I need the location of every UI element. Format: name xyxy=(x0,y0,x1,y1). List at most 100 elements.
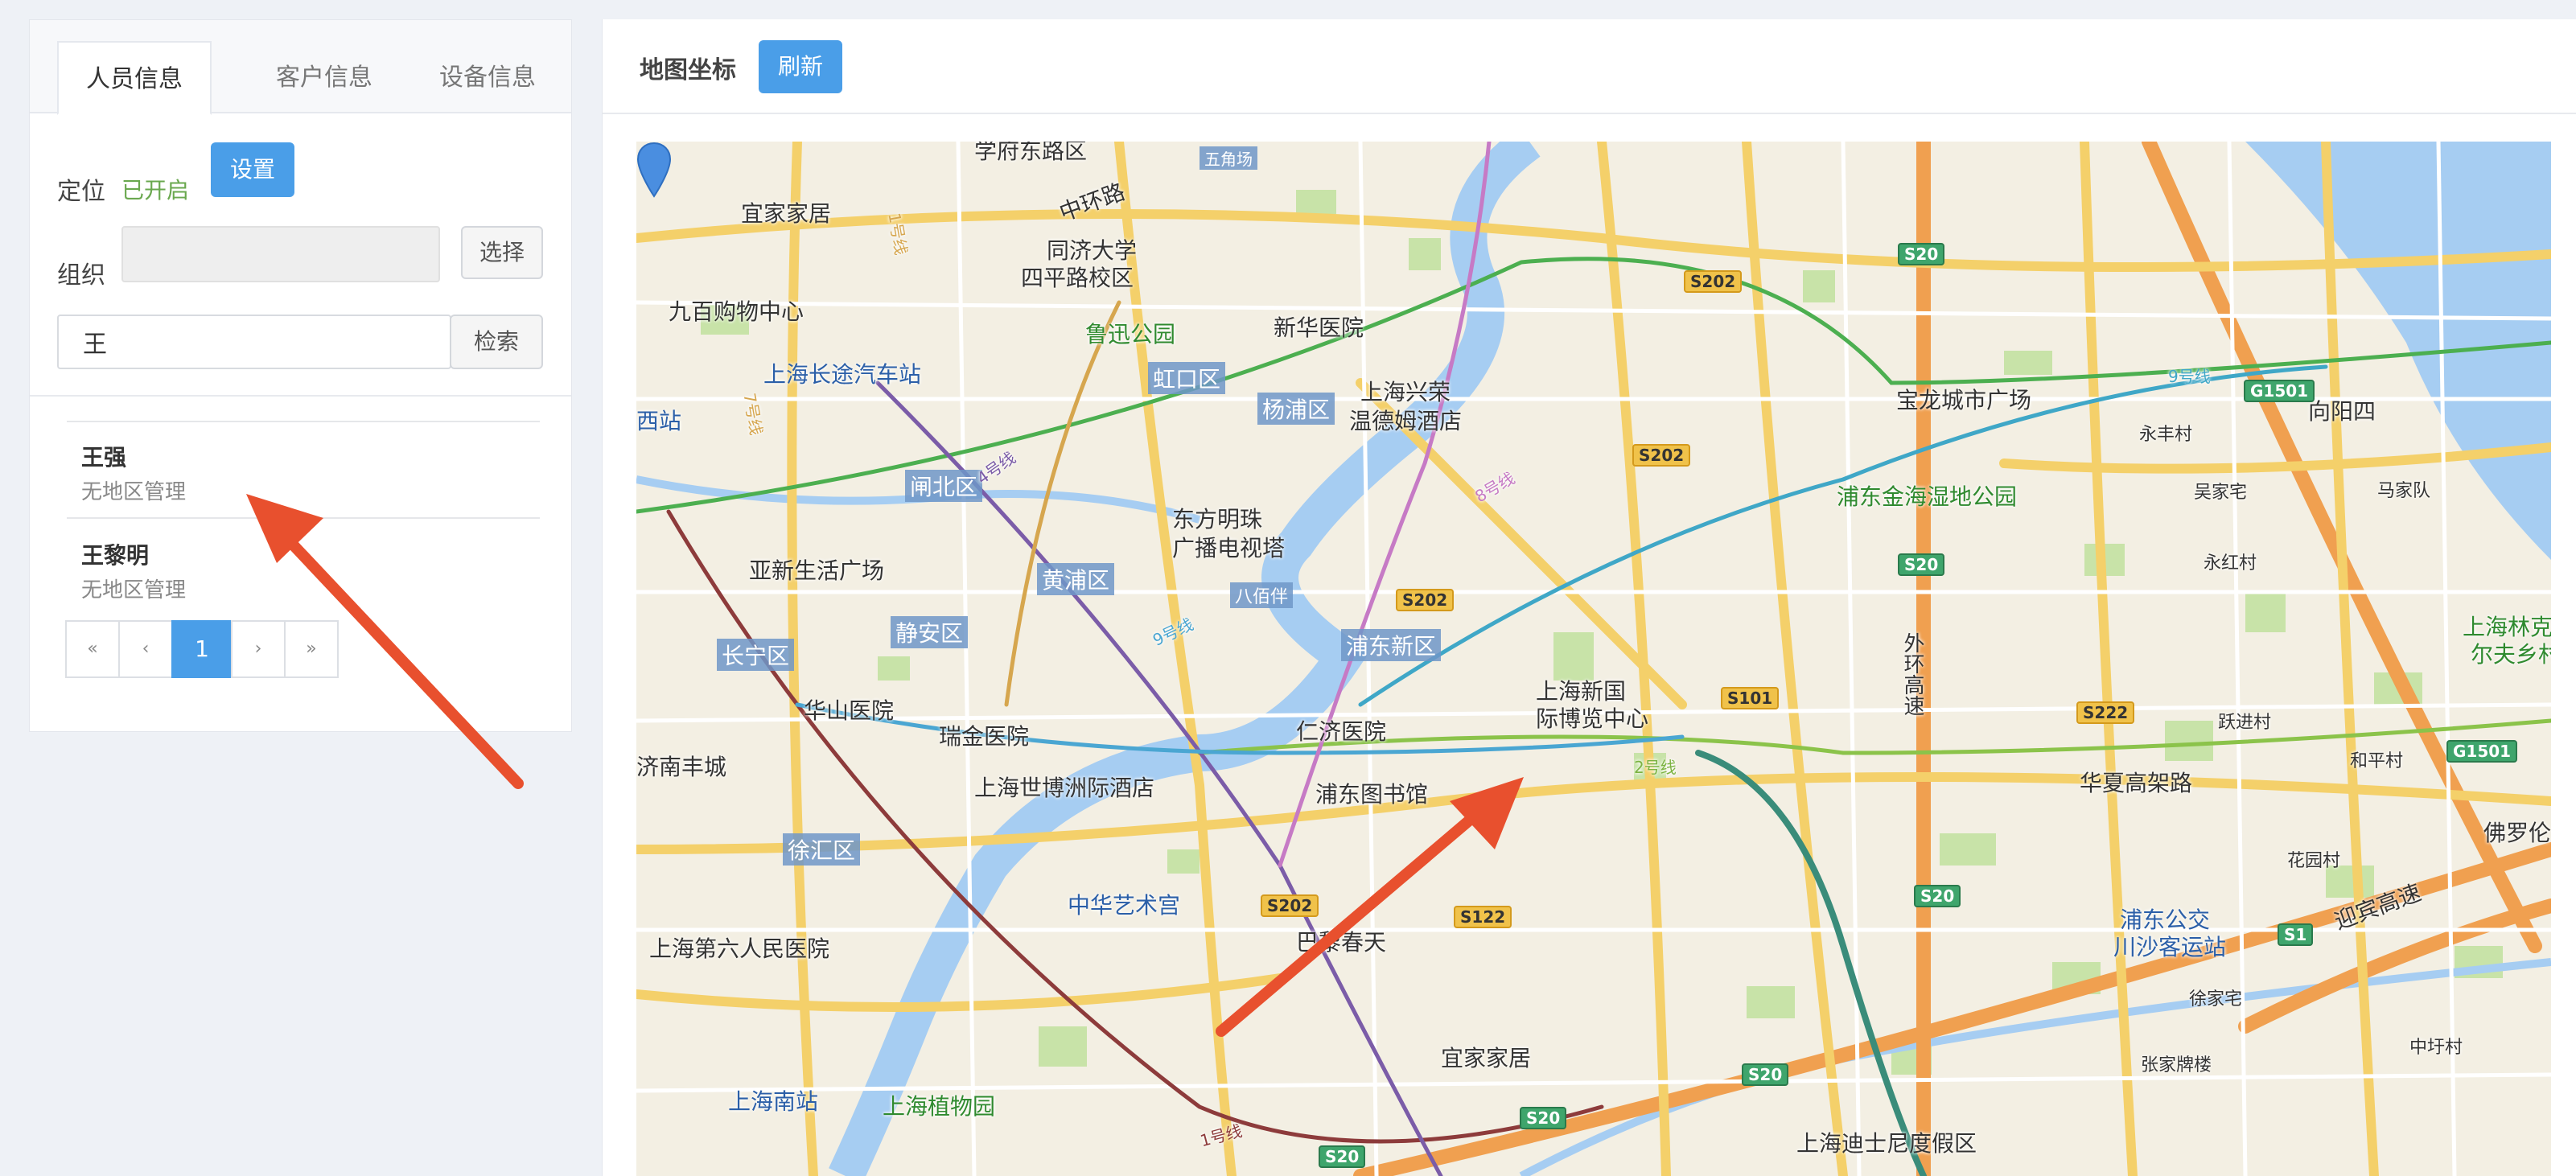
map-label: 东方明珠 xyxy=(1172,506,1263,532)
map-label: 济南丰城 xyxy=(636,754,727,780)
map-label: 华山医院 xyxy=(804,697,895,724)
highway-shield: S20 xyxy=(1914,885,1961,907)
map-label: 华夏高架路 xyxy=(2080,770,2193,796)
select-button[interactable]: 选择 xyxy=(461,226,543,279)
map-label: 上海第六人民医院 xyxy=(649,935,830,962)
highway-shield: S20 xyxy=(1898,553,1945,576)
highway-shield: G1501 xyxy=(2446,740,2518,763)
metro-line-label: 2号线 xyxy=(1634,758,1677,777)
map-label: 九百购物中心 xyxy=(669,298,804,325)
map-label: 永红村 xyxy=(2204,553,2257,574)
page-prev-button[interactable]: ‹ xyxy=(118,620,173,678)
highway-shield: S202 xyxy=(1632,444,1691,467)
highway-shield: G1501 xyxy=(2244,380,2315,402)
map-base-layer xyxy=(636,142,2551,1176)
district-label: 静安区 xyxy=(891,616,969,648)
map-label: 宝龙城市广场 xyxy=(1896,387,2032,413)
district-label: 徐汇区 xyxy=(783,833,861,866)
map-label: 宜家家居 xyxy=(741,200,832,227)
tab-personnel[interactable]: 人员信息 xyxy=(57,41,212,115)
map-label: 跃进村 xyxy=(2218,713,2272,733)
map-label: 和平村 xyxy=(2350,751,2404,771)
person-region: 无地区管理 xyxy=(81,480,187,504)
search-button[interactable]: 检索 xyxy=(450,315,543,369)
map-label: 上海迪士尼度假区 xyxy=(1796,1130,1977,1157)
map-label: 佛罗伦 xyxy=(2483,820,2551,846)
list-separator xyxy=(67,517,540,519)
map-view[interactable]: 宜家家居 九百购物中心 同济大学 四平路校区 鲁迅公园 新华医院 上海长途汽车站… xyxy=(636,142,2551,1176)
tab-bar: 人员信息 客户信息 设备信息 xyxy=(30,20,571,115)
map-label: 温德姆酒店 xyxy=(1349,408,1463,434)
map-label: 张家牌楼 xyxy=(2141,1055,2212,1075)
highway-shield: S122 xyxy=(1454,906,1512,928)
map-label: 中圩村 xyxy=(2409,1038,2463,1058)
map-label: 新华医院 xyxy=(1274,315,1364,341)
settings-button[interactable]: 设置 xyxy=(211,142,294,197)
person-name: 王强 xyxy=(81,444,127,471)
location-label: 定位 xyxy=(57,178,105,206)
map-label: 川沙客运站 xyxy=(2113,934,2227,960)
map-label: 上海南站 xyxy=(728,1088,819,1115)
map-title: 地图坐标 xyxy=(640,56,736,84)
highway-shield: S20 xyxy=(1898,243,1945,265)
map-panel: 地图坐标 刷新 宜家家居 九百购物中心 同济大学 四平路校区 鲁迅公园 新华医院… xyxy=(602,19,2576,1176)
map-label: 中华艺术宫 xyxy=(1068,892,1181,919)
map-label: 四平路校区 xyxy=(1021,265,1134,291)
metro-line-label: 9号线 xyxy=(2168,367,2211,386)
district-label: 浦东新区 xyxy=(1341,629,1442,661)
org-label: 组织 xyxy=(57,261,105,290)
highway-shield: S202 xyxy=(1396,589,1455,611)
highway-shield: S202 xyxy=(1261,894,1319,917)
map-label: 巴黎春天 xyxy=(1296,929,1387,956)
map-label: 西站 xyxy=(636,408,682,434)
highway-shield: S20 xyxy=(1742,1063,1789,1086)
map-label: 尔夫乡村 xyxy=(2471,641,2551,668)
search-input[interactable] xyxy=(57,315,451,369)
map-label: 浦东金海湿地公园 xyxy=(1837,483,2018,510)
highway-shield: S1 xyxy=(2278,923,2314,946)
pagination: « ‹ 1 › » xyxy=(65,620,339,678)
map-label: 上海兴荣 xyxy=(1360,379,1451,405)
highway-shield: S222 xyxy=(2076,701,2135,724)
map-label: 永丰村 xyxy=(2139,425,2193,445)
highway-shield: S101 xyxy=(1721,687,1780,709)
divider xyxy=(30,395,571,397)
map-label: 浦东图书馆 xyxy=(1315,781,1429,808)
map-label: 瑞金医院 xyxy=(939,723,1030,750)
refresh-button[interactable]: 刷新 xyxy=(759,40,842,93)
tab-devices[interactable]: 设备信息 xyxy=(411,41,564,115)
district-label: 虹口区 xyxy=(1148,362,1226,394)
person-region: 无地区管理 xyxy=(81,578,187,602)
map-label: 广播电视塔 xyxy=(1172,535,1286,561)
map-label: 上海世博洲际酒店 xyxy=(974,775,1155,801)
page-last-button[interactable]: » xyxy=(284,620,339,678)
map-label: 宜家家居 xyxy=(1441,1045,1532,1071)
district-label: 闸北区 xyxy=(905,470,983,502)
location-marker-icon[interactable] xyxy=(636,142,672,198)
divider xyxy=(603,113,2576,114)
person-name: 王黎明 xyxy=(81,542,150,569)
highway-shield: S20 xyxy=(1520,1107,1567,1129)
district-label: 杨浦区 xyxy=(1257,393,1335,425)
tab-customers[interactable]: 客户信息 xyxy=(239,41,409,115)
map-label: 向阳四 xyxy=(2308,398,2376,425)
map-label: 亚新生活广场 xyxy=(749,557,885,584)
org-field[interactable] xyxy=(121,226,440,282)
page-first-button[interactable]: « xyxy=(65,620,120,678)
list-separator xyxy=(67,421,540,422)
map-label: 学府东路区 xyxy=(974,142,1088,164)
map-label: 马家队 xyxy=(2377,481,2431,501)
page-current-button[interactable]: 1 xyxy=(171,620,232,678)
district-label: 长宁区 xyxy=(717,639,795,671)
district-label: 五角场 xyxy=(1200,146,1257,170)
district-label: 八佰伴 xyxy=(1230,582,1294,608)
map-label: 吴家宅 xyxy=(2194,483,2248,503)
map-label: 上海长途汽车站 xyxy=(763,361,922,388)
location-status: 已开启 xyxy=(121,177,190,204)
page-next-button[interactable]: › xyxy=(231,620,286,678)
map-label: 上海植物园 xyxy=(883,1093,996,1120)
map-label: 徐家宅 xyxy=(2189,989,2243,1009)
map-label: 仁济医院 xyxy=(1296,718,1387,745)
map-label: 花园村 xyxy=(2287,851,2341,871)
district-label: 黄浦区 xyxy=(1037,563,1115,595)
